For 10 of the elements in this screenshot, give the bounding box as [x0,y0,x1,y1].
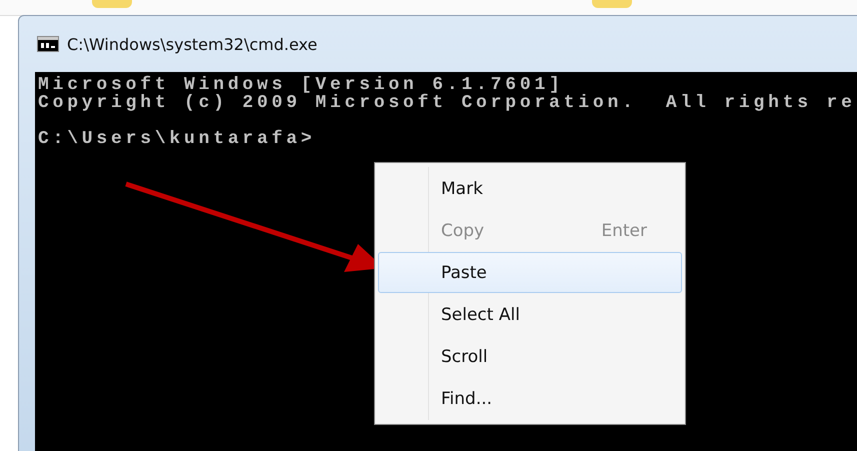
menu-item[interactable]: Select All [378,294,682,335]
menu-item[interactable]: Find... [378,378,682,419]
console-line: Copyright (c) 2009 Microsoft Corporation. All rights re [38,94,857,112]
console-line: Microsoft Windows [Version 6.1.7601] [38,76,564,94]
console-icon [37,36,59,52]
window-title: C:\Windows\system32\cmd.exe [67,34,318,54]
menu-item[interactable]: Mark [378,168,682,209]
menu-item[interactable]: Paste [378,252,682,293]
console-line: C:\Users\kuntarafa> [38,130,316,148]
menu-item[interactable]: Scroll [378,336,682,377]
